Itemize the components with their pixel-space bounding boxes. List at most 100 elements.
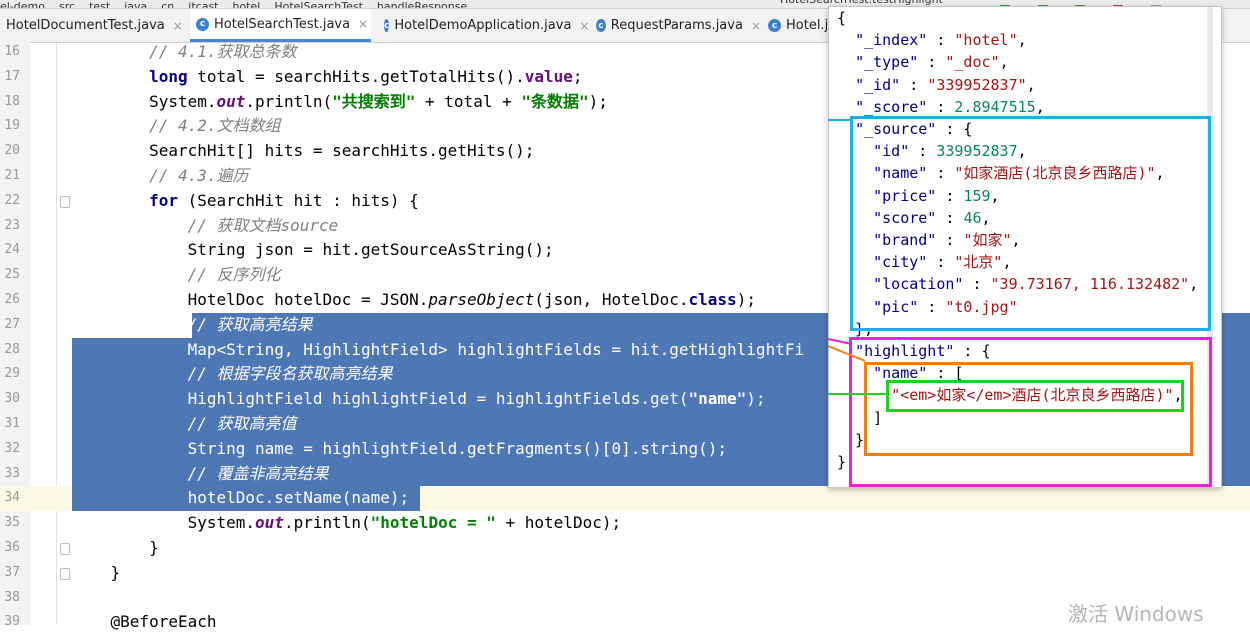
breadcrumb-item[interactable]: cn <box>161 0 174 8</box>
breadcrumb-item[interactable]: java <box>124 0 147 8</box>
close-tab-icon[interactable]: × <box>579 19 589 33</box>
code-text: Map<String, HighlightField> highlightFie… <box>72 338 805 363</box>
breadcrumb-item[interactable]: itcast <box>188 0 218 8</box>
line-number: 18 <box>4 93 20 109</box>
code-token: String name = highlightField.getFragment… <box>72 438 728 458</box>
close-tab-icon[interactable]: × <box>358 17 368 31</box>
code-line[interactable]: 39 @BeforeEach <box>0 610 1250 635</box>
json-token: "339952837" <box>927 75 1027 94</box>
tab-hoteldemoapplication-java[interactable]: c HotelDemoApplication.java × <box>378 9 589 42</box>
code-token: // 覆盖非高亮结果 <box>72 463 329 483</box>
json-token: "_index" <box>855 31 928 50</box>
code-text: System.out.println("hotelDoc = " + hotel… <box>72 511 622 536</box>
line-number: 28 <box>4 341 20 357</box>
ghost-overlay-text: · · · <box>895 336 910 346</box>
code-token: // 4.3.遍历 <box>72 166 249 185</box>
code-line[interactable]: 38 <box>0 586 1250 611</box>
code-token: // 获取文档source <box>72 215 339 235</box>
code-line[interactable]: 35 System.out.println("hotelDoc = " + ho… <box>0 511 1250 536</box>
code-text: } <box>72 536 159 561</box>
code-text: HotelDoc hotelDoc = JSON.parseObject(jso… <box>72 288 756 313</box>
tab-label: RequestParams.java <box>610 18 743 33</box>
code-text: // 获取文档source <box>72 214 339 239</box>
code-token: System. <box>72 91 217 111</box>
line-number: 19 <box>4 118 20 134</box>
code-token: for <box>149 190 178 210</box>
code-token: out <box>255 513 284 533</box>
tab-hoteldocumenttest-java[interactable]: cHotelDocumentTest.java× <box>0 9 194 42</box>
line-number: 39 <box>4 614 20 630</box>
breadcrumb-item[interactable]: handleResponse <box>377 0 467 8</box>
code-text: // 覆盖非高亮结果 <box>72 462 329 487</box>
code-token: class <box>688 290 737 309</box>
tab-label: HotelDemoApplication.java <box>394 18 572 33</box>
json-line: "_index" : "hotel", <box>837 29 1027 51</box>
json-token: : <box>927 97 955 116</box>
breadcrumb-item[interactable]: src <box>59 0 75 8</box>
close-tab-icon[interactable]: × <box>751 19 761 33</box>
json-token: "_id" <box>855 75 901 94</box>
line-number: 32 <box>4 440 20 456</box>
json-token: , <box>1026 75 1036 94</box>
code-text: System.out.println("共搜索到" + total + "条数据… <box>72 90 608 115</box>
code-text: } <box>72 561 121 586</box>
line-number: 22 <box>4 192 20 208</box>
breadcrumb-item[interactable]: test <box>89 0 110 8</box>
code-token: System. <box>72 513 256 533</box>
line-number: 31 <box>4 416 20 431</box>
json-token: "hotel" <box>954 31 1018 50</box>
line-number: 23 <box>4 217 20 233</box>
code-line[interactable]: 34 hotelDoc.setName(name); <box>0 486 1250 511</box>
json-token: : <box>918 53 946 72</box>
code-token: parseObject <box>428 290 535 309</box>
line-number: 24 <box>4 242 20 258</box>
json-token: : <box>927 31 955 50</box>
code-text: // 获取高亮值 <box>72 412 297 437</box>
json-line: "_type" : "_doc", <box>837 51 1009 73</box>
code-token: total = searchHits.getTotalHits(). <box>187 66 525 86</box>
code-text: @BeforeEach <box>72 610 217 635</box>
tab-requestparams-java[interactable]: c RequestParams.java × <box>590 9 761 42</box>
close-tab-icon[interactable]: × <box>173 19 183 33</box>
code-token: (SearchHit hit : hits) { <box>177 190 419 210</box>
code-token: String json = hit.getSourceAsString(); <box>72 240 554 260</box>
code-text: // 反序列化 <box>72 263 281 288</box>
code-token: hotelDoc.setName(name); <box>72 488 410 508</box>
line-number: 17 <box>4 68 20 84</box>
line-number: 25 <box>4 267 20 283</box>
line-number: 34 <box>4 490 20 506</box>
breadcrumb-item[interactable]: el-demo <box>0 0 45 8</box>
code-token: value <box>524 66 573 86</box>
code-text: // 4.1.获取总条数 <box>72 40 297 65</box>
tab-hotelsearchtest-java[interactable]: c HotelSearchTest.java × <box>190 9 371 42</box>
json-token: } <box>837 453 847 471</box>
code-token: + total + <box>415 91 522 111</box>
code-token: // 4.2.文档数组 <box>72 116 281 136</box>
code-token: (json, HotelDoc. <box>534 290 689 309</box>
code-line[interactable]: 37 } <box>0 561 1250 586</box>
code-token: // 4.1.获取总条数 <box>72 42 297 61</box>
code-token: SearchHit[] hits = searchHits.getHits(); <box>72 141 535 161</box>
code-token: // 反序列化 <box>72 265 281 285</box>
code-token: ); <box>736 290 756 309</box>
windows-activation-watermark: 激活 Windows <box>1068 602 1204 626</box>
json-line: "_id" : "339952837", <box>837 74 1036 96</box>
code-token: } <box>72 538 159 557</box>
json-line: { <box>837 7 846 29</box>
line-number: 29 <box>4 366 20 382</box>
code-text: // 4.3.遍历 <box>72 164 249 189</box>
breadcrumb-item[interactable]: HotelSearchTest <box>274 0 363 8</box>
line-number: 30 <box>4 391 20 407</box>
code-text: HighlightField highlightField = highligh… <box>72 387 766 412</box>
json-token: : <box>900 75 928 94</box>
code-token: .println( <box>283 513 371 533</box>
breadcrumb-item[interactable]: hotel <box>232 0 260 8</box>
code-line[interactable]: 36 } <box>0 536 1250 561</box>
code-token: ; <box>572 66 583 86</box>
code-token: } <box>72 562 121 582</box>
code-text: SearchHit[] hits = searchHits.getHits(); <box>72 139 534 164</box>
